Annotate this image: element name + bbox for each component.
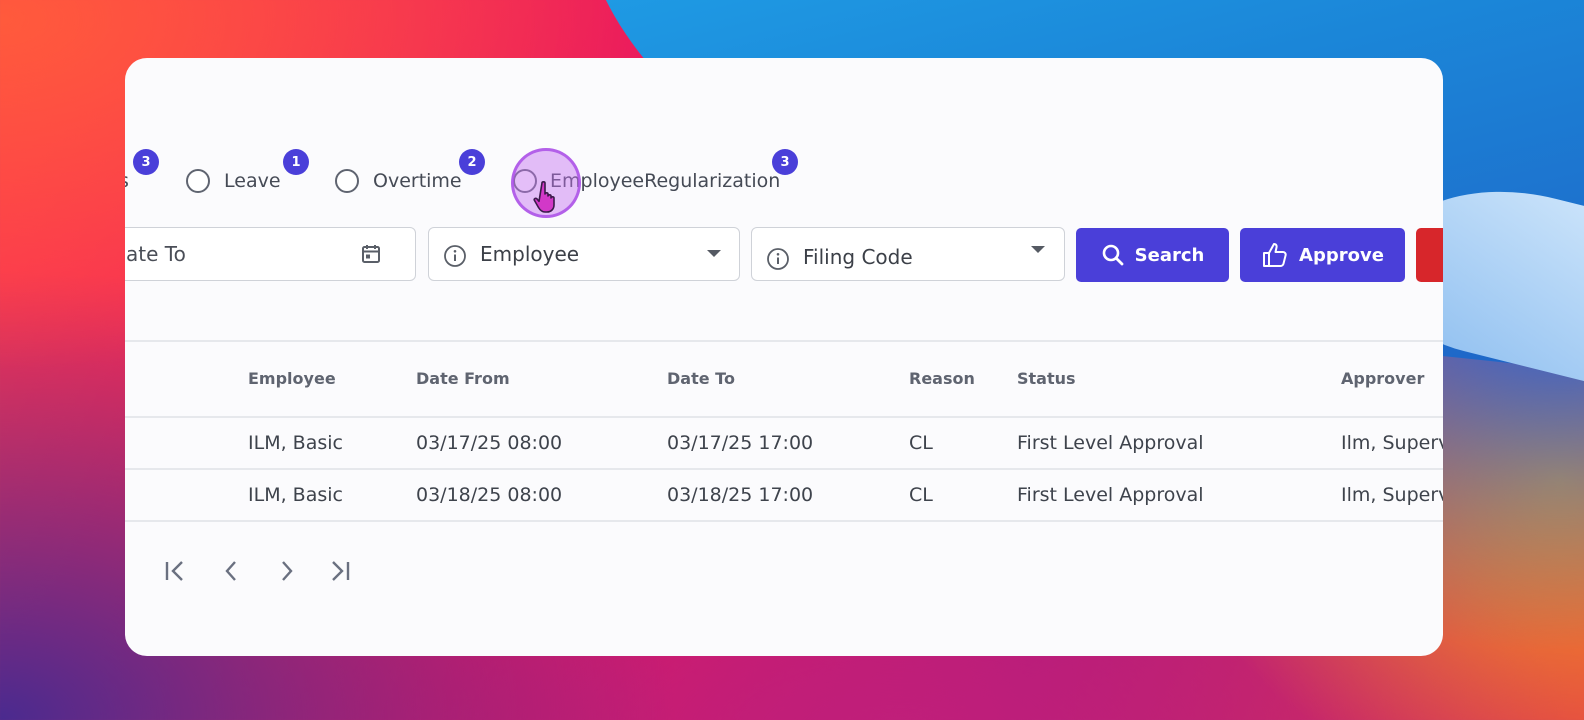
filter-label-partial: s (125, 170, 129, 192)
cell-date-from: 03/18/25 08:00 (416, 484, 563, 506)
last-page-icon[interactable] (327, 558, 353, 584)
employee-regularization-badge-count: 3 (772, 149, 798, 175)
chevron-down-icon (1031, 246, 1045, 253)
next-page-icon[interactable] (273, 558, 299, 584)
approve-button-label: Approve (1299, 244, 1384, 266)
cell-date-to: 03/17/25 17:00 (667, 432, 814, 454)
cell-reason: CL (909, 484, 933, 506)
cell-status: First Level Approval (1017, 484, 1204, 506)
filing-code-select-placeholder: Filing Code (803, 245, 913, 269)
column-header-approver[interactable]: Approver (1341, 369, 1424, 388)
search-icon (1102, 244, 1124, 266)
calendar-icon[interactable] (359, 242, 383, 266)
employee-select[interactable]: Employee (428, 227, 740, 281)
cell-reason: CL (909, 432, 933, 454)
info-icon (444, 245, 466, 267)
cell-employee: ILM, Basic (248, 432, 343, 454)
previous-page-icon[interactable] (219, 558, 245, 584)
thumbs-up-icon (1263, 243, 1287, 267)
header-divider (125, 416, 1443, 418)
table-top-border (125, 340, 1443, 342)
cell-approver: Ilm, Superv (1341, 432, 1443, 454)
employee-select-placeholder: Employee (480, 242, 580, 266)
employee-regularization-radio-label[interactable]: EmployeeRegularization (550, 170, 780, 192)
row-divider (125, 520, 1443, 522)
search-button[interactable]: Search (1076, 228, 1229, 282)
filing-code-select[interactable]: Filing Code (751, 227, 1065, 281)
column-header-reason[interactable]: Reason (909, 369, 975, 388)
date-to-placeholder: ate To (126, 242, 186, 266)
leave-badge-count: 1 (283, 149, 309, 175)
overtime-radio[interactable] (335, 169, 359, 193)
leave-radio[interactable] (186, 169, 210, 193)
cell-employee: ILM, Basic (248, 484, 343, 506)
hand-pointer-icon (533, 181, 555, 213)
row-divider (125, 468, 1443, 470)
approve-button[interactable]: Approve (1240, 228, 1405, 282)
overtime-radio-label[interactable]: Overtime (373, 170, 462, 192)
cell-approver: Ilm, Superv (1341, 484, 1443, 506)
filter-badge-count: 3 (133, 149, 159, 175)
reject-button[interactable] (1416, 228, 1443, 282)
column-header-date-from[interactable]: Date From (416, 369, 510, 388)
cell-status: First Level Approval (1017, 432, 1204, 454)
column-header-employee[interactable]: Employee (248, 369, 336, 388)
date-to-field[interactable]: ate To (125, 227, 416, 281)
chevron-down-icon (707, 250, 721, 257)
column-header-status[interactable]: Status (1017, 369, 1076, 388)
leave-radio-label[interactable]: Leave (224, 170, 281, 192)
info-icon (767, 248, 789, 270)
overtime-badge-count: 2 (459, 149, 485, 175)
first-page-icon[interactable] (162, 558, 188, 584)
column-header-date-to[interactable]: Date To (667, 369, 735, 388)
cell-date-from: 03/17/25 08:00 (416, 432, 563, 454)
app-panel: s 3 Leave 1 Overtime 2 EmployeeRegulariz… (125, 58, 1443, 656)
search-button-label: Search (1134, 244, 1205, 266)
cell-date-to: 03/18/25 17:00 (667, 484, 814, 506)
